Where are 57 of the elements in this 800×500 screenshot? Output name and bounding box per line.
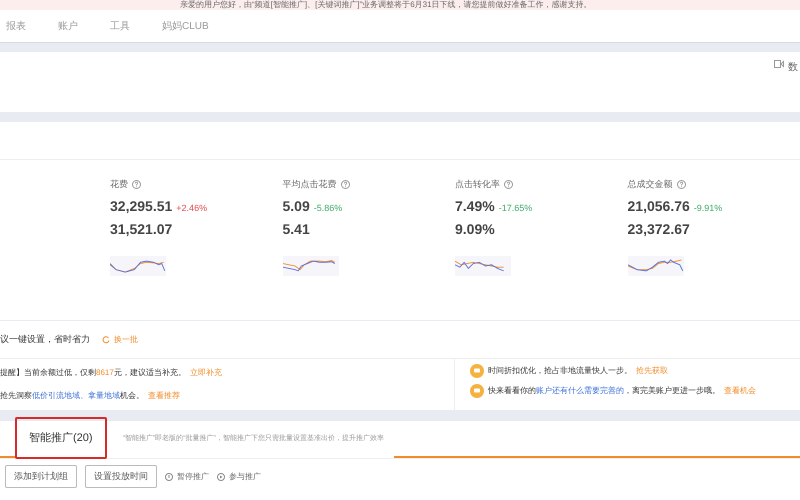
help-icon[interactable] [132,180,141,190]
metric-change: -9.91% [694,202,722,214]
help-icon[interactable] [340,180,350,190]
help-icon[interactable] [676,180,686,190]
link[interactable]: 账户还有什么需要完善的 [536,385,624,397]
metric-value: 5.09 [282,196,310,216]
metric-label: 花费 [110,178,128,191]
action-link[interactable]: 参与推广 [217,470,261,482]
chat-bubble-icon [470,364,484,378]
suggestion-text: 元，建议适当补充。 [114,367,186,379]
metric-change: +2.46% [176,202,208,214]
action-link[interactable]: 立即补充 [190,367,222,379]
metric-previous: 23,372.67 [628,220,691,238]
sparkline [282,256,338,276]
nav-item[interactable]: 妈妈CLUB [162,18,209,34]
action-link[interactable]: 查看机会 [724,385,756,397]
sparkline [628,256,684,276]
suggestion-text: 时间折扣优化，抢占非地流量快人一步。 [488,365,632,377]
action-button[interactable]: 添加到计划组 [5,465,77,488]
metric-value: 7.49% [455,196,495,216]
help-icon[interactable] [504,180,513,190]
tab[interactable]: 智能推广(20) [15,417,107,459]
action-button[interactable]: 设置投放时间 [85,465,157,488]
suggestion-text: 提醒】当前余额过低，仅剩 [0,367,96,379]
action-link[interactable]: 查看推荐 [148,390,180,402]
action-link[interactable]: 暂停推广 [165,470,209,482]
video-icon [774,60,784,68]
refresh-button[interactable]: 换一批 [102,334,138,346]
sparkline [455,256,511,276]
metric-label: 总成交金额 [628,178,672,191]
metric-label: 点击转化率 [455,178,500,191]
metric-value: 32,295.51 [110,196,172,216]
nav-item[interactable]: 工具 [110,18,130,34]
nav-item[interactable]: 账户 [58,18,78,34]
chat-bubble-icon [470,384,484,398]
suggestions-title: 议一键设置，省时省力 [0,332,90,346]
pause-icon [165,472,173,480]
refresh-icon [102,336,110,344]
play-icon [217,472,225,480]
link[interactable]: 低价引流地域、拿量地域 [32,390,120,402]
metric-previous: 9.09% [455,220,496,238]
sparkline [110,256,166,276]
metric-previous: 31,521.07 [110,220,174,238]
nav-item[interactable]: 报表 [6,18,26,34]
action-link[interactable]: 抢先获取 [636,365,668,377]
suggestion-text: 快来看看你的 [488,385,536,397]
metric-change: -5.86% [314,202,342,214]
suggestion-text: 抢先洞察 [0,390,32,402]
metric-value: 21,056.76 [628,196,690,216]
panel-label: 数 [788,61,798,75]
metric-change: -17.65% [498,202,532,214]
metric-previous: 5.41 [282,220,311,238]
suggestion-text: 机会。 [120,390,144,402]
suggestion-text: ，离完美账户更进一步哦。 [624,385,720,397]
metric-label: 平均点击花费 [282,178,336,191]
notice-banner: 亲爱的用户您好，由“频道[智能推广]、[关键词推广]”业务调整将于6月31日下线，请您提前做好准备工作，感谢支持。 [0,0,800,10]
amount-text: 8617 [96,367,114,379]
